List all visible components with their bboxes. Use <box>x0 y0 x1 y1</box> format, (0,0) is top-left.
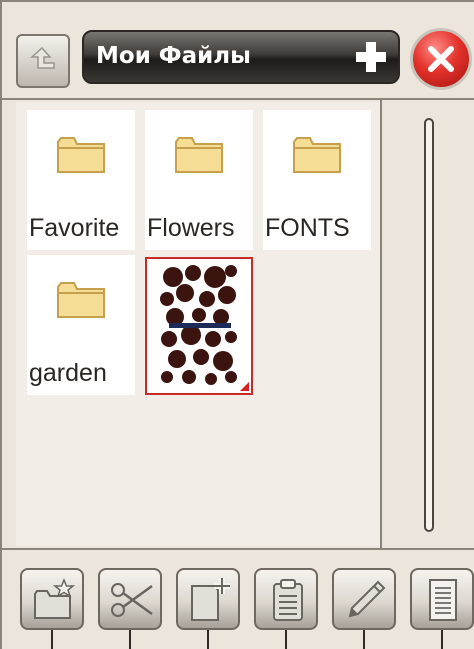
scissors-icon <box>111 583 153 617</box>
toolbar-tick <box>285 630 287 649</box>
folder-up-icon <box>30 46 55 69</box>
page-title: Мои Файлы <box>96 43 251 69</box>
embroidery-file-thumbnail[interactable] <box>145 257 253 395</box>
header-divider <box>2 98 474 100</box>
new-folder-star-icon <box>34 578 76 619</box>
title-bar: Мои Файлы <box>82 30 400 84</box>
toolbar-tick <box>441 630 443 649</box>
folder-item-flowers[interactable]: Flowers <box>145 110 253 250</box>
copy-file-icon <box>191 578 230 621</box>
folder-item-favorite[interactable]: Favorite <box>27 110 135 250</box>
file-info-button[interactable] <box>410 568 474 630</box>
scrollbar[interactable] <box>424 118 434 532</box>
document-info-icon <box>429 579 457 621</box>
folder-label: Flowers <box>147 214 235 242</box>
paste-button[interactable] <box>254 568 318 630</box>
toolbar-divider <box>2 548 474 550</box>
toolbar-tick <box>129 630 131 649</box>
folder-icon <box>293 137 341 173</box>
folder-item-garden[interactable]: garden <box>27 255 135 395</box>
file-manager-window: Мои Файлы Favorite Flowers FONTS garden <box>0 0 474 649</box>
close-icon <box>428 46 454 72</box>
folder-icon <box>175 137 223 173</box>
new-folder-button[interactable] <box>20 568 84 630</box>
clipboard-paste-icon <box>273 579 303 621</box>
close-button[interactable] <box>410 28 472 90</box>
cut-button[interactable] <box>98 568 162 630</box>
folder-item-fonts[interactable]: FONTS <box>263 110 371 250</box>
folder-label: garden <box>29 359 107 387</box>
toolbar-tick <box>207 630 209 649</box>
selection-corner-marker <box>240 382 249 391</box>
copy-button[interactable] <box>176 568 240 630</box>
folder-up-button[interactable] <box>16 34 70 88</box>
toolbar-tick <box>51 630 53 649</box>
folder-label: FONTS <box>265 214 350 242</box>
folder-icon <box>57 137 105 173</box>
toolbar-tick <box>363 630 365 649</box>
embroidery-design-image <box>160 265 237 385</box>
folder-icon <box>57 282 105 318</box>
pencil-rename-icon <box>348 580 386 618</box>
rename-button[interactable] <box>332 568 396 630</box>
scroll-divider <box>380 100 382 548</box>
folder-label: Favorite <box>29 214 120 242</box>
plus-icon[interactable] <box>354 40 388 74</box>
